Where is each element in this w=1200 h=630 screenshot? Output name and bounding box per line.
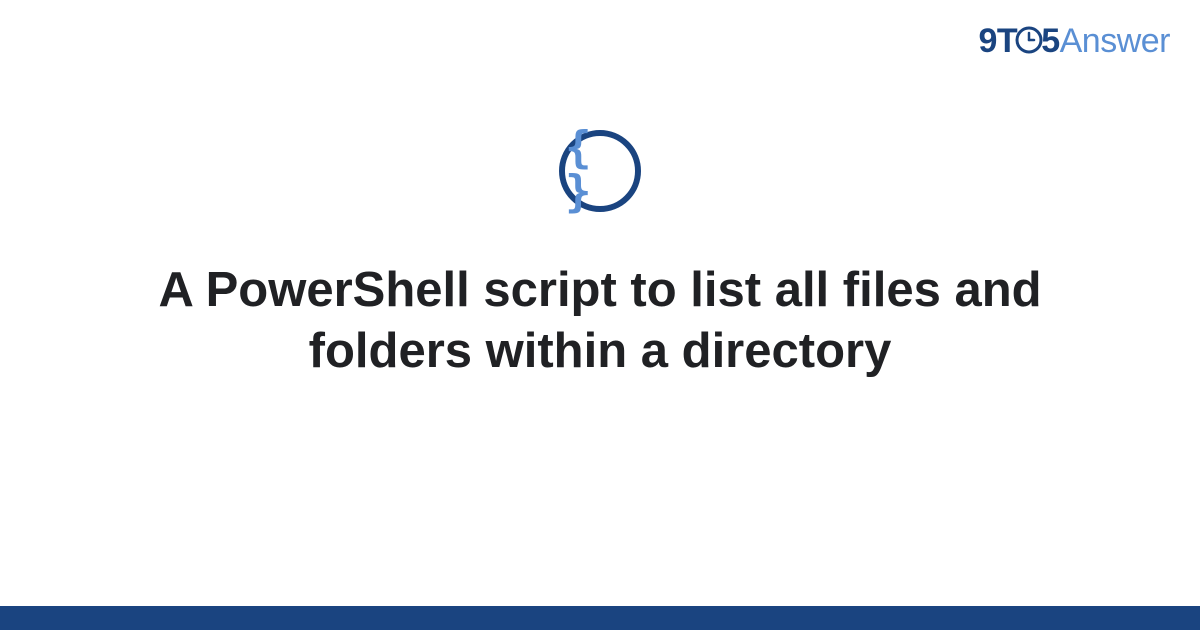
code-braces-icon: { } [559,130,641,212]
logo-text-5: 5 [1041,22,1059,60]
brand-logo: 9T 5Answer [979,22,1170,63]
content-area: { } A PowerShell script to list all file… [0,130,1200,383]
clock-icon [1015,24,1043,63]
page-title: A PowerShell script to list all files an… [100,260,1100,383]
bottom-accent-bar [0,606,1200,630]
logo-text-9t: 9T [979,22,1018,60]
brace-glyph: { } [565,126,635,214]
logo-text-answer: Answer [1060,22,1170,60]
